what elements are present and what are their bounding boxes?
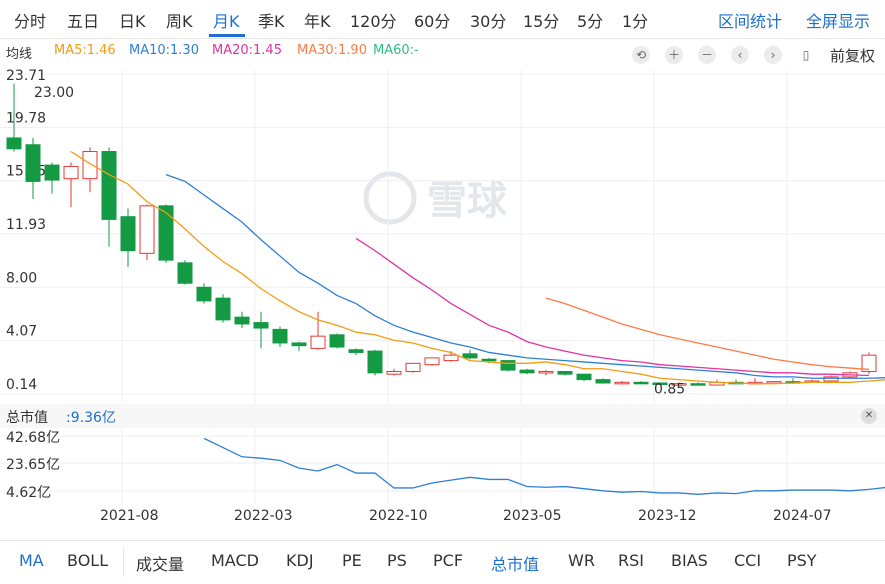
indicator-tab-5[interactable]: PE: [342, 551, 362, 570]
candle-body: [310, 335, 326, 349]
candle-body: [405, 362, 421, 372]
candle-body: [25, 144, 41, 182]
x-tick-label: 2023-05: [503, 508, 562, 524]
y-tick-label: 8.00: [6, 270, 37, 286]
candle-body: [177, 262, 193, 284]
sub-chart-title: 总市值: [6, 410, 48, 426]
candle-body: [6, 137, 22, 150]
x-tick-label: 2022-10: [369, 508, 428, 524]
x-tick-label: 2024-07: [773, 508, 832, 524]
candle-body: [196, 286, 212, 302]
indicator-tab-12[interactable]: CCI: [734, 551, 761, 570]
candle-body: [272, 328, 288, 344]
candle-body: [234, 316, 250, 325]
candle-body: [139, 205, 155, 254]
x-tick-label: 2022-03: [234, 508, 293, 524]
candle-body: [633, 381, 649, 385]
candle-body: [614, 381, 630, 385]
divider: [123, 547, 124, 577]
indicator-tab-2[interactable]: 成交量: [136, 551, 184, 575]
candle-body: [500, 360, 516, 371]
indicator-tab-8[interactable]: 总市值: [491, 551, 539, 575]
y-tick-label: 4.07: [6, 324, 37, 340]
indicator-tab-6[interactable]: PS: [387, 551, 407, 570]
indicator-tab-1[interactable]: BOLL: [67, 551, 108, 570]
candle-body: [595, 379, 611, 384]
candle-body: [158, 205, 174, 261]
y-tick-label: 11.93: [6, 217, 46, 233]
y-tick-label: 0.14: [6, 377, 37, 393]
watermark-logo: 雪球: [363, 171, 508, 225]
candle-body: [101, 151, 117, 220]
y-tick-label: 23.71: [6, 68, 46, 84]
x-tick-label: 2023-12: [638, 508, 697, 524]
candle-body: [82, 151, 98, 180]
candle-body: [63, 165, 79, 180]
candle-body: [253, 322, 269, 329]
indicator-tab-7[interactable]: PCF: [433, 551, 463, 570]
candle-body: [424, 357, 440, 366]
candle-body: [367, 350, 383, 374]
sub-chart-value: :9.36亿: [66, 410, 116, 426]
close-icon[interactable]: ✕: [861, 408, 877, 424]
candle-body: [481, 358, 497, 362]
kline-chart[interactable]: 雪球23.7119.7815.8511.938.004.070.1423.000…: [0, 0, 885, 540]
candle-body: [348, 349, 364, 353]
sub-chart-header: 总市值 :9.36亿 ✕: [0, 404, 885, 428]
indicator-tab-11[interactable]: BIAS: [671, 551, 708, 570]
candle-body: [329, 334, 345, 348]
indicator-tab-10[interactable]: RSI: [618, 551, 644, 570]
candle-body: [386, 370, 402, 375]
indicator-tab-13[interactable]: PSY: [787, 551, 817, 570]
ma-line-MA20: [355, 237, 870, 377]
indicator-tabbar: MA BOLL 成交量 MACD KDJ PE PS PCF 总市值 WR RSI BIAS CCI PS…: [0, 540, 885, 584]
max-price-label: 23.00: [34, 85, 74, 101]
candle-body: [690, 383, 706, 386]
sub-y-tick-label: 42.68亿: [6, 430, 60, 446]
indicator-tab-3[interactable]: MACD: [211, 551, 259, 570]
ma-line-MA30: [545, 297, 870, 371]
indicator-tab-4[interactable]: KDJ: [286, 551, 314, 570]
watermark-text: 雪球: [427, 178, 508, 224]
candle-body: [538, 370, 554, 374]
candle-body: [291, 342, 307, 347]
indicator-tab-0[interactable]: MA: [19, 551, 44, 570]
min-price-label: 0.85: [654, 382, 685, 398]
candle-body: [823, 376, 839, 382]
ma-line-MA10: [165, 173, 885, 379]
y-tick-label: 19.78: [6, 110, 46, 126]
sub-y-tick-label: 4.62亿: [6, 485, 51, 501]
indicator-tab-9[interactable]: WR: [568, 551, 595, 570]
candle-body: [519, 369, 535, 374]
candle-body: [557, 370, 573, 375]
x-tick-label: 2021-08: [100, 508, 159, 524]
market-cap-line: [203, 437, 885, 495]
candle-body: [576, 373, 592, 381]
candle-body: [215, 297, 231, 321]
candle-body: [120, 216, 136, 252]
candle-body: [462, 353, 478, 359]
candle-body: [44, 164, 60, 181]
candle-body: [443, 354, 459, 362]
sub-y-tick-label: 23.65亿: [6, 457, 60, 473]
